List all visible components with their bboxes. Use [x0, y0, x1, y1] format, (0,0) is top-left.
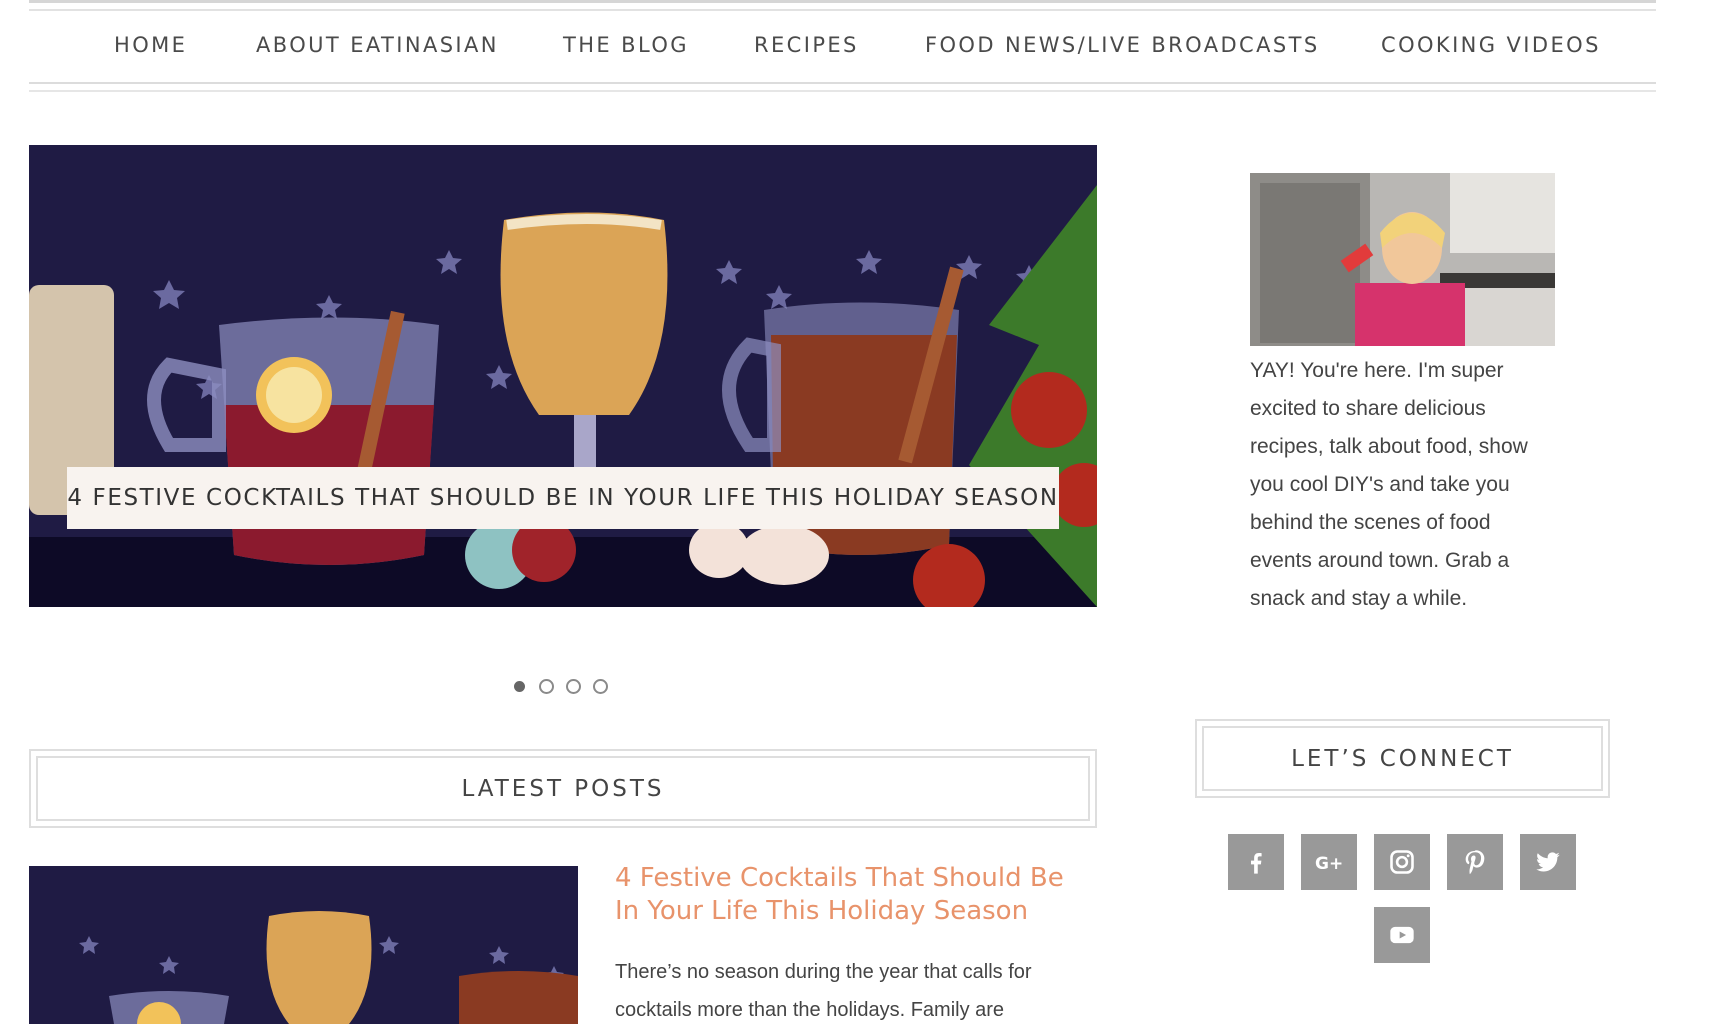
- author-photo-image: [1250, 173, 1555, 346]
- youtube-icon: [1390, 926, 1414, 944]
- hero-caption[interactable]: 4 FESTIVE COCKTAILS THAT SHOULD BE IN YO…: [67, 467, 1059, 529]
- nav-item-recipes[interactable]: RECIPES: [754, 33, 859, 57]
- latest-posts-title: LATEST POSTS: [36, 756, 1090, 821]
- nav-item-blog[interactable]: THE BLOG: [563, 33, 689, 57]
- hero-illustration: [29, 145, 1097, 607]
- nav-bottom-border: [29, 82, 1656, 92]
- pinterest-icon: [1465, 850, 1485, 875]
- nav-item-about[interactable]: ABOUT EATINASIAN: [256, 33, 499, 57]
- post-thumbnail[interactable]: [29, 866, 578, 1024]
- lets-connect-title: LET’S CONNECT: [1202, 726, 1603, 791]
- youtube-link[interactable]: [1374, 907, 1430, 963]
- svg-text:G+: G+: [1315, 854, 1343, 874]
- slider-dot-4[interactable]: [593, 679, 608, 694]
- hero-slide[interactable]: 4 FESTIVE COCKTAILS THAT SHOULD BE IN YO…: [29, 145, 1097, 607]
- author-bio: YAY! You're here. I'm super excited to s…: [1250, 359, 1528, 610]
- nav-item-food-news[interactable]: FOOD NEWS/LIVE BROADCASTS: [925, 33, 1320, 57]
- google-plus-link[interactable]: G+: [1301, 834, 1357, 890]
- post-thumbnail-image: [29, 866, 578, 1024]
- slider-dot-1[interactable]: [514, 681, 525, 692]
- google-plus-icon: G+: [1315, 854, 1343, 874]
- instagram-icon: [1390, 850, 1414, 874]
- main-nav: HOME ABOUT EATINASIAN THE BLOG RECIPES F…: [29, 11, 1656, 82]
- slider-pagination: [512, 679, 608, 694]
- post-excerpt: There’s no season during the year that c…: [615, 961, 1032, 1021]
- nav-item-cooking-videos[interactable]: COOKING VIDEOS: [1381, 33, 1601, 57]
- slider-dot-3[interactable]: [566, 679, 581, 694]
- nav-top-border: [29, 0, 1656, 11]
- author-photo: [1250, 173, 1555, 346]
- facebook-icon: [1250, 853, 1262, 874]
- facebook-link[interactable]: [1228, 834, 1284, 890]
- twitter-icon: [1536, 852, 1560, 872]
- pinterest-link[interactable]: [1447, 834, 1503, 890]
- instagram-link[interactable]: [1374, 834, 1430, 890]
- lets-connect-header: LET’S CONNECT: [1195, 719, 1610, 798]
- nav-item-home[interactable]: HOME: [114, 33, 187, 57]
- slider-dot-2[interactable]: [539, 679, 554, 694]
- twitter-link[interactable]: [1520, 834, 1576, 890]
- latest-posts-header: LATEST POSTS: [29, 749, 1097, 828]
- post-title-link[interactable]: 4 Festive Cocktails That Should Be In Yo…: [615, 862, 1095, 928]
